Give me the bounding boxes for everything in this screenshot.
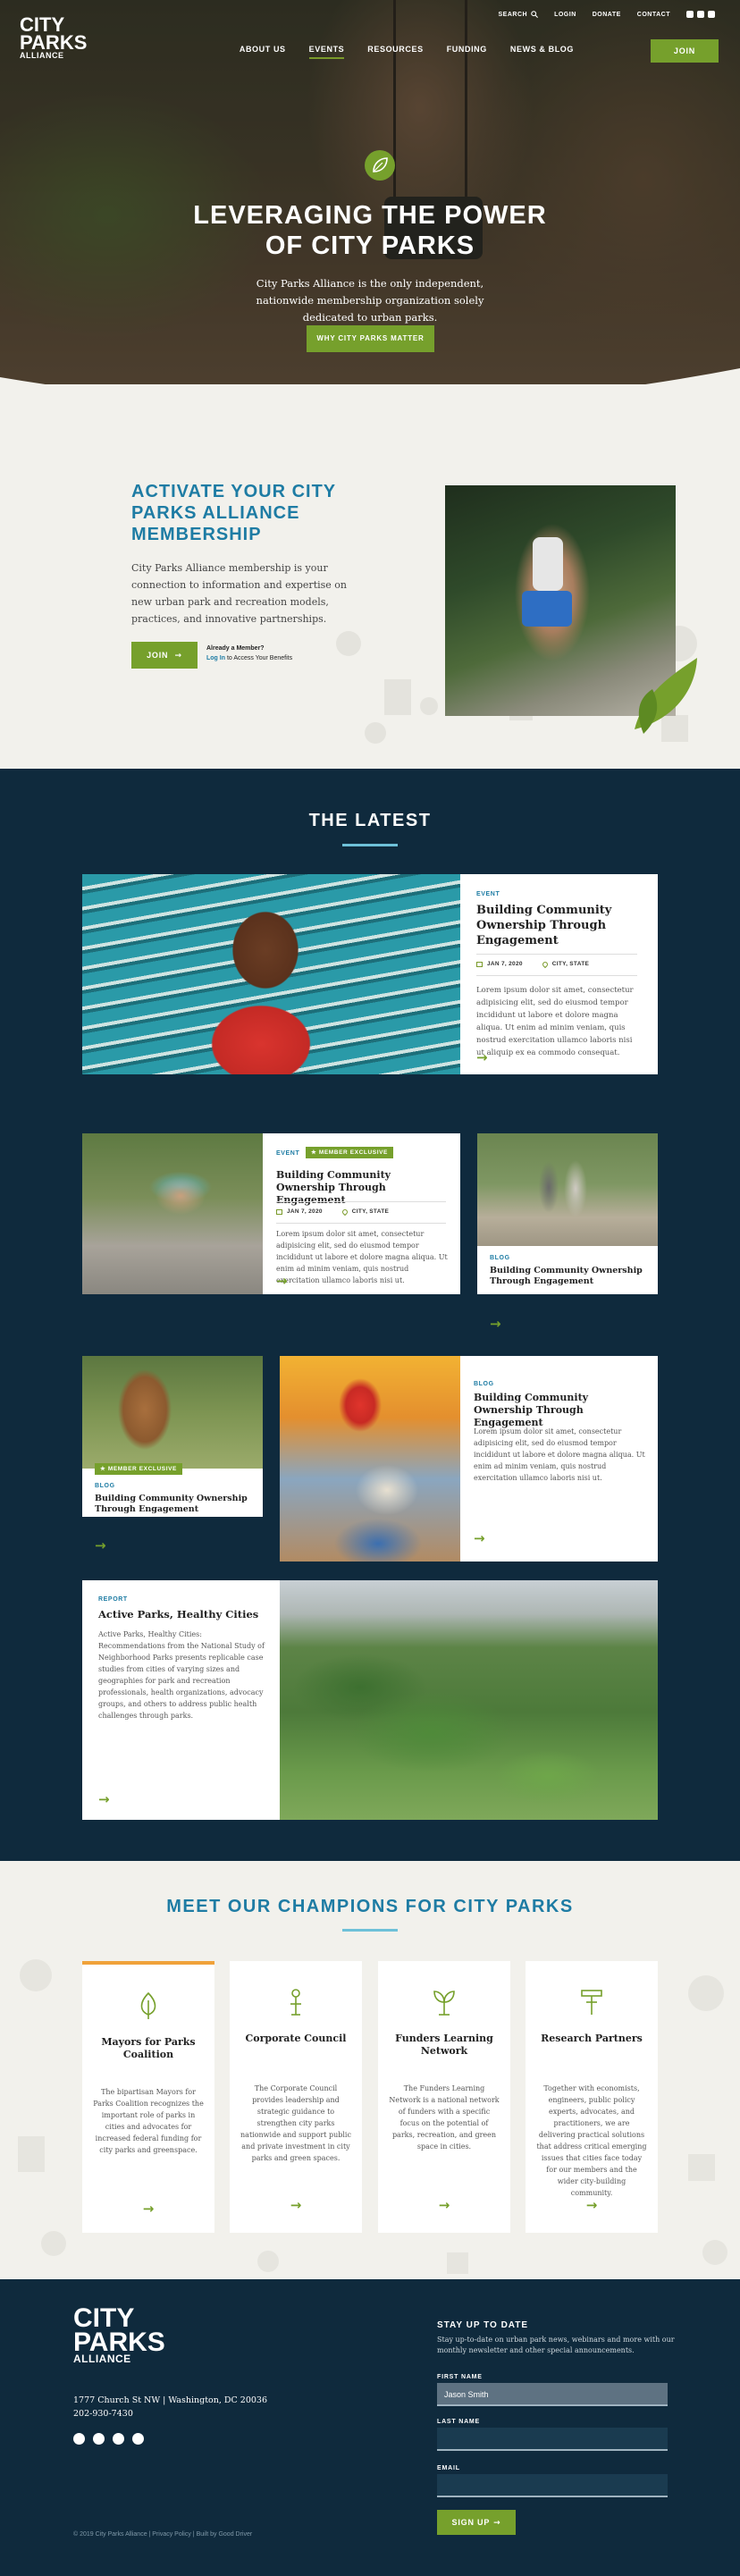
search-link[interactable]: SEARCH <box>499 11 539 18</box>
member-login-note: Already a Member? Log In to Access Your … <box>206 645 293 661</box>
instagram-icon[interactable] <box>708 11 715 18</box>
arrow-right-icon[interactable]: → <box>82 2201 214 2217</box>
activate-body: City Parks Alliance membership is your c… <box>131 562 347 625</box>
champion-card-research[interactable]: Research Partners Together with economis… <box>526 1961 658 2233</box>
event-meta: JAN 7, 2020 CITY, STATE <box>276 1208 389 1216</box>
arrow-right-icon[interactable]: → <box>476 1049 488 1065</box>
leaf-icon <box>82 1991 214 2025</box>
contact-link[interactable]: CONTACT <box>637 11 670 18</box>
champion-card-funders[interactable]: Funders Learning Network The Funders Lea… <box>378 1961 510 2233</box>
location-icon <box>341 1208 349 1216</box>
signup-button[interactable]: SIGN UP → <box>437 2510 516 2535</box>
member-exclusive-badge: ★ MEMBER EXCLUSIVE <box>306 1147 393 1158</box>
activate-join-button[interactable]: JOIN → <box>131 642 198 669</box>
arrow-right-icon[interactable]: → <box>276 1273 288 1289</box>
nav-about-us[interactable]: ABOUT US <box>240 45 286 59</box>
facebook-icon[interactable] <box>113 2433 124 2445</box>
dog-photo <box>82 1356 263 1469</box>
arrow-right-icon: → <box>171 652 182 661</box>
login-link[interactable]: LOGIN <box>554 11 576 18</box>
hero-section: CITY PARKS ALLIANCE SEARCH LOGIN DONATE … <box>0 0 740 384</box>
twitter-icon[interactable] <box>73 2433 85 2445</box>
report-card[interactable]: REPORT Active Parks, Healthy Cities Acti… <box>82 1580 658 1820</box>
arrow-right-icon[interactable]: → <box>98 1791 110 1807</box>
lamp-icon <box>230 1988 362 2022</box>
arrow-right-icon[interactable]: → <box>526 2197 658 2213</box>
email-field[interactable] <box>437 2474 668 2497</box>
seniors-photo <box>477 1133 658 1246</box>
calendar-icon <box>476 961 483 967</box>
leaf-decoration-icon <box>635 658 697 734</box>
arrow-right-icon[interactable]: → <box>474 1530 485 1546</box>
latest-title: THE LATEST <box>308 811 432 830</box>
main-nav: ABOUT US EVENTS RESOURCES FUNDING NEWS &… <box>240 45 574 59</box>
arrow-right-icon[interactable]: → <box>490 1316 501 1332</box>
champion-card-mayors[interactable]: Mayors for Parks Coalition The bipartisa… <box>82 1961 214 2233</box>
champions-title: MEET OUR CHAMPIONS FOR CITY PARKS <box>166 1897 574 1916</box>
arrow-right-icon[interactable]: → <box>230 2197 362 2213</box>
login-link[interactable]: Log In <box>206 655 225 661</box>
nav-join-button[interactable]: JOIN <box>651 39 719 63</box>
nav-resources[interactable]: RESOURCES <box>367 45 423 59</box>
calendar-icon <box>276 1208 282 1215</box>
activate-heading: ACTIVATE YOUR CITY PARKS ALLIANCE MEMBER… <box>131 482 336 544</box>
donate-link[interactable]: DONATE <box>593 11 621 18</box>
youtube-icon[interactable] <box>697 11 704 18</box>
why-city-parks-button[interactable]: WHY CITY PARKS MATTER <box>307 325 434 352</box>
arrow-right-icon: → <box>490 2519 501 2528</box>
footer-social <box>73 2433 144 2445</box>
hero-curve <box>0 368 740 384</box>
first-name-field[interactable]: Jason Smith <box>437 2383 668 2406</box>
newsletter-text: Stay up-to-date on urban park news, webi… <box>437 2336 675 2354</box>
last-name-field[interactable] <box>437 2428 668 2451</box>
hero-subtitle: City Parks Alliance is the only independ… <box>256 277 484 324</box>
featured-card[interactable]: EVENT Building Community Ownership Throu… <box>82 874 658 1074</box>
hero-title: LEVERAGING THE POWER OF CITY PARKS <box>193 201 547 260</box>
member-exclusive-badge: ★ MEMBER EXCLUSIVE <box>95 1463 182 1475</box>
sprout-icon <box>378 1988 510 2022</box>
champion-card-corporate[interactable]: Corporate Council The Corporate Council … <box>230 1961 362 2233</box>
featured-excerpt: Lorem ipsum dolor sit amet, consectetur … <box>476 986 634 1057</box>
nav-events[interactable]: EVENTS <box>308 45 345 59</box>
instagram-icon[interactable] <box>132 2433 144 2445</box>
event-meta: JAN 7, 2020 CITY, STATE <box>476 960 589 968</box>
featured-photo <box>82 874 460 1074</box>
footer-logo[interactable]: CITY PARKS ALLIANCE <box>73 2305 165 2364</box>
tag-event: EVENT <box>476 891 500 897</box>
blog-card[interactable]: BLOG Building Community Ownership Throug… <box>477 1133 658 1294</box>
arrow-right-icon[interactable]: → <box>95 1537 106 1553</box>
footer-contact: 1777 Church St NW | Washington, DC 20036… <box>73 2395 268 2419</box>
search-icon <box>531 11 539 18</box>
utility-nav: SEARCH LOGIN DONATE CONTACT <box>499 11 715 18</box>
featured-title: Building Community Ownership Through Eng… <box>476 904 612 947</box>
newsletter-title: STAY UP TO DATE <box>437 2320 529 2330</box>
city-park-aerial-photo <box>280 1580 658 1820</box>
sign-icon <box>526 1988 658 2022</box>
site-logo[interactable]: CITY PARKS ALLIANCE <box>20 15 87 60</box>
blog-card[interactable]: BLOG Building Community Ownership Throug… <box>280 1356 658 1562</box>
location-icon <box>541 960 550 968</box>
twitter-icon[interactable] <box>686 11 694 18</box>
footer-copyright: © 2019 City Parks Alliance | Privacy Pol… <box>73 2531 253 2538</box>
nav-news-blog[interactable]: NEWS & BLOG <box>510 45 574 59</box>
site-footer: CITY PARKS ALLIANCE 1777 Church St NW | … <box>0 2279 740 2576</box>
playground-photo <box>280 1356 460 1562</box>
arrow-right-icon[interactable]: → <box>378 2197 510 2213</box>
stretching-photo <box>82 1133 263 1294</box>
latest-section: THE LATEST EVENT Building Community Owne… <box>0 769 740 1861</box>
leaf-badge-icon <box>365 150 395 181</box>
event-card[interactable]: EVENT ★ MEMBER EXCLUSIVE Building Commun… <box>82 1133 460 1294</box>
youtube-icon[interactable] <box>93 2433 105 2445</box>
nav-funding[interactable]: FUNDING <box>447 45 487 59</box>
blog-card[interactable]: ★ MEMBER EXCLUSIVE BLOG Building Communi… <box>82 1356 263 1517</box>
